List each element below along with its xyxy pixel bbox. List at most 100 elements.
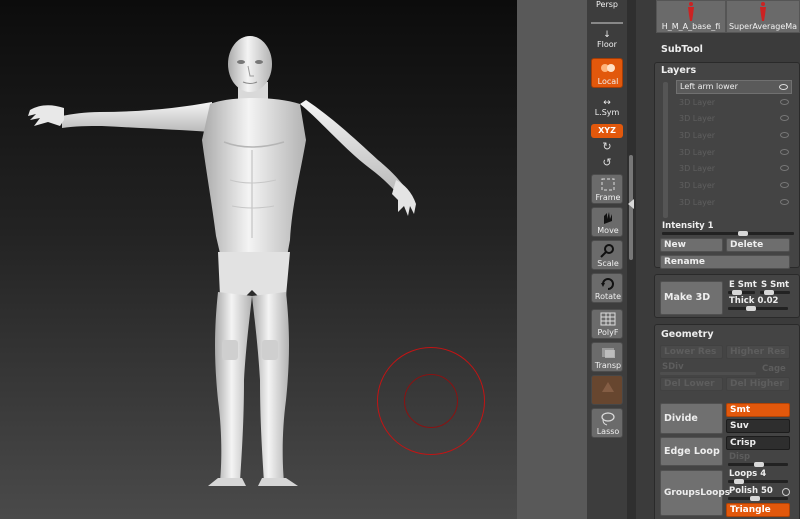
thick-label: Thick [729, 296, 755, 306]
polish-knob[interactable] [750, 496, 760, 501]
lower-res-button[interactable]: Lower Res [660, 345, 723, 359]
layer-item[interactable]: 3D Layer [676, 96, 792, 110]
loops-label: Loops [729, 469, 758, 479]
transp-button[interactable]: Transp [591, 342, 623, 372]
rotate-z-icon[interactable]: ↻ [600, 140, 614, 154]
groups-loops-label: GroupsLoops [664, 488, 731, 498]
brush-inner-ring [404, 374, 458, 428]
del-lower-button[interactable]: Del Lower [660, 377, 723, 391]
layer-name: 3D Layer [679, 114, 716, 123]
disp-slider[interactable] [728, 462, 788, 467]
lsym-button[interactable]: ↔ L.Sym [591, 98, 623, 120]
delete-layer-button[interactable]: Delete [726, 238, 790, 252]
lasso-label: Lasso [596, 427, 620, 436]
subtool-header[interactable]: SubTool [661, 44, 703, 55]
transp-label: Transp [594, 361, 622, 370]
eye-icon[interactable] [780, 149, 789, 155]
crisp-toggle[interactable]: Crisp [726, 436, 790, 450]
eye-icon[interactable] [780, 199, 789, 205]
layer-item[interactable]: 3D Layer [676, 196, 792, 210]
polish-circle-icon[interactable] [782, 488, 790, 496]
divide-label: Divide [664, 413, 698, 424]
polyf-label: PolyF [597, 328, 619, 337]
panel-splitter[interactable] [627, 0, 636, 519]
layers-header[interactable]: Layers [661, 65, 696, 76]
frame-icon [601, 178, 615, 191]
loops-knob[interactable] [734, 479, 744, 484]
tool-panel: H_M_A_base_fi SuperAverageMa SubTool Lay… [636, 0, 800, 519]
divide-button[interactable]: Divide [660, 403, 723, 434]
floor-button[interactable]: ↓ Floor [591, 30, 623, 54]
tool-thumbnail-2[interactable]: SuperAverageMa [726, 0, 800, 33]
ghost-button[interactable] [591, 375, 623, 405]
layer-item[interactable]: 3D Layer [676, 162, 792, 176]
delete-layer-label: Delete [730, 240, 764, 250]
loops-value: 4 [760, 469, 767, 479]
layers-scrollbar[interactable] [663, 82, 668, 218]
ssmt-slider[interactable] [760, 290, 790, 295]
new-layer-button[interactable]: New [660, 238, 723, 252]
new-layer-label: New [664, 240, 686, 250]
layer-item[interactable]: Left arm lower [676, 80, 792, 94]
thick-slider-label[interactable]: Thick 0.02 [729, 296, 778, 306]
thick-slider[interactable] [728, 306, 788, 311]
esmt-knob[interactable] [732, 290, 742, 295]
xyz-button[interactable]: XYZ [591, 124, 623, 138]
edge-loop-button[interactable]: Edge Loop [660, 437, 723, 466]
ssmt-slider-label[interactable]: S Smt [761, 280, 789, 290]
eye-icon[interactable] [779, 84, 788, 90]
layer-item[interactable]: 3D Layer [676, 179, 792, 193]
thick-knob[interactable] [746, 306, 756, 311]
3d-viewport[interactable] [0, 0, 517, 519]
higher-res-button[interactable]: Higher Res [726, 345, 790, 359]
intensity-slider-label[interactable]: Intensity 1 [662, 221, 714, 231]
tool-thumbnail-1-caption: H_M_A_base_fi [661, 22, 721, 31]
persp-button[interactable]: Persp [591, 0, 623, 12]
layer-item[interactable]: 3D Layer [676, 129, 792, 143]
thick-value: 0.02 [757, 296, 779, 306]
geometry-header[interactable]: Geometry [661, 329, 714, 340]
intensity-slider[interactable] [662, 231, 794, 236]
collapse-arrow-icon[interactable] [628, 199, 634, 209]
tool-thumbnail-1[interactable]: H_M_A_base_fi [656, 0, 726, 33]
intensity-label: Intensity [662, 221, 705, 231]
polish-slider[interactable] [728, 496, 788, 501]
frame-button[interactable]: Frame [591, 174, 623, 204]
layer-item[interactable]: 3D Layer [676, 112, 792, 126]
scale-icon [600, 244, 614, 258]
sdiv-label[interactable]: SDiv [662, 362, 684, 372]
move-button[interactable]: Move [591, 207, 623, 237]
polyf-button[interactable]: PolyF [591, 309, 623, 339]
eye-icon[interactable] [780, 132, 789, 138]
esmt-slider[interactable] [728, 290, 755, 295]
eye-icon[interactable] [780, 99, 789, 105]
make3d-button[interactable]: Make 3D [660, 281, 723, 315]
scale-button[interactable]: Scale [591, 240, 623, 270]
xyz-label: XYZ [598, 126, 616, 135]
smt-toggle[interactable]: Smt [726, 403, 790, 417]
ssmt-knob[interactable] [764, 290, 774, 295]
polish-slider-label[interactable]: Polish 50 [729, 486, 773, 496]
del-higher-button[interactable]: Del Higher [726, 377, 790, 391]
disp-knob[interactable] [754, 462, 764, 467]
suv-toggle[interactable]: Suv [726, 419, 790, 433]
layer-item[interactable]: 3D Layer [676, 146, 792, 160]
lasso-button[interactable]: Lasso [591, 408, 623, 438]
esmt-slider-label[interactable]: E Smt [729, 280, 757, 290]
rotate-button[interactable]: Rotate [591, 273, 623, 303]
triangle-toggle[interactable]: Triangle [726, 503, 790, 517]
groups-loops-button[interactable]: GroupsLoops [660, 470, 730, 516]
eye-icon[interactable] [780, 115, 789, 121]
floor-divider [591, 22, 623, 24]
sdiv-slider[interactable] [660, 372, 756, 375]
rotate-y-icon[interactable]: ↺ [600, 156, 614, 170]
cage-label[interactable]: Cage [762, 364, 786, 374]
intensity-knob[interactable] [738, 231, 748, 236]
loops-slider-label[interactable]: Loops 4 [729, 469, 766, 479]
disp-label[interactable]: Disp [729, 452, 750, 462]
local-button[interactable]: Local [591, 58, 623, 88]
loops-slider[interactable] [728, 479, 788, 484]
rename-layer-button[interactable]: Rename [660, 255, 790, 269]
eye-icon[interactable] [780, 165, 789, 171]
eye-icon[interactable] [780, 182, 789, 188]
